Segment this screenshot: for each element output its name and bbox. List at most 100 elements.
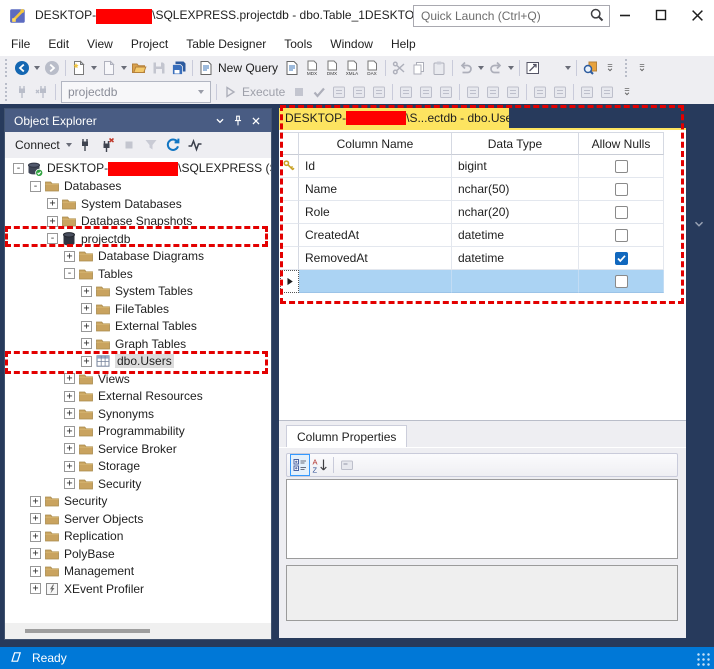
include-actual-execution-plan-button[interactable] bbox=[396, 81, 416, 103]
execute-button[interactable] bbox=[220, 81, 240, 103]
expand-expander[interactable]: + bbox=[81, 285, 92, 297]
expand-expander[interactable]: + bbox=[30, 548, 41, 560]
uncomment-lines-button[interactable] bbox=[550, 81, 570, 103]
expand-expander[interactable]: + bbox=[64, 460, 75, 472]
toolbar1-grip-2[interactable] bbox=[622, 59, 631, 77]
undo-caret[interactable] bbox=[478, 66, 485, 70]
tree-item-system-tables[interactable]: + System Tables bbox=[5, 283, 271, 301]
grid-new-row[interactable] bbox=[280, 270, 664, 293]
copy-button[interactable] bbox=[409, 57, 429, 79]
allow-nulls-checkbox[interactable] bbox=[614, 274, 628, 288]
add-new-item-caret[interactable] bbox=[121, 66, 127, 70]
close-icon[interactable] bbox=[247, 113, 265, 129]
activity-monitor-button[interactable] bbox=[184, 134, 206, 156]
expand-expander[interactable]: + bbox=[81, 320, 92, 332]
maximize-button[interactable] bbox=[644, 0, 678, 30]
add-new-item-button[interactable] bbox=[99, 57, 119, 79]
grid-row-id[interactable]: Id bigint bbox=[280, 155, 664, 178]
query-designer-dropdown-button[interactable] bbox=[543, 57, 563, 79]
intellisense-enabled-button[interactable] bbox=[369, 81, 389, 103]
quick-launch-input[interactable]: Quick Launch (Ctrl+Q) bbox=[413, 5, 610, 27]
cell-data-type[interactable]: bigint bbox=[452, 155, 579, 178]
column-header-data-type[interactable]: Data Type bbox=[452, 132, 579, 155]
navigate-forward-button[interactable] bbox=[42, 57, 62, 79]
navigate-backward-button[interactable] bbox=[12, 57, 32, 79]
row-selector[interactable] bbox=[280, 247, 299, 270]
locate-in-object-explorer-button[interactable] bbox=[580, 57, 600, 79]
expand-expander[interactable]: + bbox=[81, 303, 92, 315]
expand-expander[interactable]: + bbox=[64, 478, 75, 490]
save-all-button[interactable] bbox=[169, 57, 189, 79]
analysis-services-xmla-query-button[interactable]: XMLA bbox=[342, 57, 362, 79]
redo-caret[interactable] bbox=[508, 66, 515, 70]
grid-row-name[interactable]: Name nchar(50) bbox=[280, 178, 664, 201]
database-engine-query-button[interactable] bbox=[282, 57, 302, 79]
expand-expander[interactable]: + bbox=[64, 425, 75, 437]
toolbar1-grip[interactable] bbox=[2, 59, 10, 77]
grid-row-createdat[interactable]: CreatedAt datetime bbox=[280, 224, 664, 247]
new-query-label[interactable]: New Query bbox=[218, 61, 278, 75]
tree-item-xevent-profiler[interactable]: + XEvent Profiler bbox=[5, 580, 271, 598]
allow-nulls-checkbox[interactable] bbox=[614, 182, 628, 196]
allow-nulls-checkbox[interactable] bbox=[614, 205, 628, 219]
current-row-indicator[interactable] bbox=[280, 270, 299, 293]
tree-item-views[interactable]: + Views bbox=[5, 370, 271, 388]
categorized-view-button[interactable] bbox=[290, 454, 310, 476]
refresh-button[interactable] bbox=[162, 134, 184, 156]
query-designer-button[interactable] bbox=[523, 57, 543, 79]
cell-column-name[interactable]: Id bbox=[299, 155, 452, 178]
stop-button[interactable] bbox=[118, 134, 140, 156]
results-to-file-button[interactable] bbox=[503, 81, 523, 103]
collapse-expander[interactable]: - bbox=[30, 180, 41, 192]
allow-nulls-checkbox[interactable] bbox=[614, 159, 628, 173]
tree-item-security[interactable]: + Security bbox=[5, 493, 271, 511]
expand-expander[interactable]: + bbox=[47, 215, 58, 227]
property-pages-button[interactable] bbox=[337, 454, 357, 476]
table-designer-tab[interactable]: DESKTOP-\S...ectdb - dbo.Users bbox=[279, 108, 509, 128]
redo-button[interactable] bbox=[486, 57, 506, 79]
cell-column-name[interactable]: RemovedAt bbox=[299, 247, 452, 270]
row-selector[interactable] bbox=[280, 178, 299, 201]
expand-expander[interactable]: + bbox=[64, 443, 75, 455]
toolbar1-overflow-button[interactable] bbox=[600, 57, 620, 79]
tree-item-filetables[interactable]: + FileTables bbox=[5, 300, 271, 318]
expand-expander[interactable]: + bbox=[64, 408, 75, 420]
tree-item-service-broker[interactable]: + Service Broker bbox=[5, 440, 271, 458]
minimize-button[interactable] bbox=[608, 0, 642, 30]
window-position-icon[interactable] bbox=[211, 113, 229, 129]
expand-expander[interactable]: + bbox=[81, 355, 92, 367]
navigate-backward-caret[interactable] bbox=[34, 66, 40, 70]
comment-out-lines-button[interactable] bbox=[530, 81, 550, 103]
property-grid-area[interactable] bbox=[286, 479, 678, 559]
horizontal-scrollbar[interactable] bbox=[5, 623, 271, 639]
menu-item-table-designer[interactable]: Table Designer bbox=[177, 34, 275, 54]
menu-item-view[interactable]: View bbox=[78, 34, 122, 54]
toolbar1-overflow-2-button[interactable] bbox=[632, 57, 652, 79]
column-header-allow-nulls[interactable]: Allow Nulls bbox=[579, 132, 664, 155]
parse-button[interactable] bbox=[309, 81, 329, 103]
collapse-expander[interactable]: - bbox=[13, 163, 24, 175]
expand-expander[interactable]: + bbox=[30, 495, 41, 507]
tree-item-database-snapshots[interactable]: + Database Snapshots bbox=[5, 213, 271, 231]
tree-item-databases[interactable]: - Databases bbox=[5, 178, 271, 196]
tree-item-storage[interactable]: + Storage bbox=[5, 458, 271, 476]
results-to-text-button[interactable] bbox=[463, 81, 483, 103]
resize-grip[interactable] bbox=[696, 652, 710, 666]
query-options-button[interactable] bbox=[349, 81, 369, 103]
toolbar2-grip[interactable] bbox=[2, 83, 10, 101]
paste-button[interactable] bbox=[429, 57, 449, 79]
combo-dropdown-caret[interactable] bbox=[198, 90, 204, 94]
tree-item-polybase[interactable]: + PolyBase bbox=[5, 545, 271, 563]
new-query-button[interactable] bbox=[196, 57, 216, 79]
cell-data-type[interactable]: datetime bbox=[452, 247, 579, 270]
new-query-file-button[interactable] bbox=[69, 57, 89, 79]
toolbar2-overflow-button[interactable] bbox=[617, 81, 637, 103]
menu-item-tools[interactable]: Tools bbox=[275, 34, 321, 54]
connect-button[interactable]: Connect bbox=[15, 138, 60, 152]
filter-button[interactable] bbox=[140, 134, 162, 156]
cell-column-name[interactable] bbox=[299, 270, 452, 293]
disconnect-button[interactable] bbox=[96, 134, 118, 156]
expand-expander[interactable]: + bbox=[30, 565, 41, 577]
tree-item-replication[interactable]: + Replication bbox=[5, 528, 271, 546]
analysis-services-mdx-query-button[interactable]: MDX bbox=[302, 57, 322, 79]
